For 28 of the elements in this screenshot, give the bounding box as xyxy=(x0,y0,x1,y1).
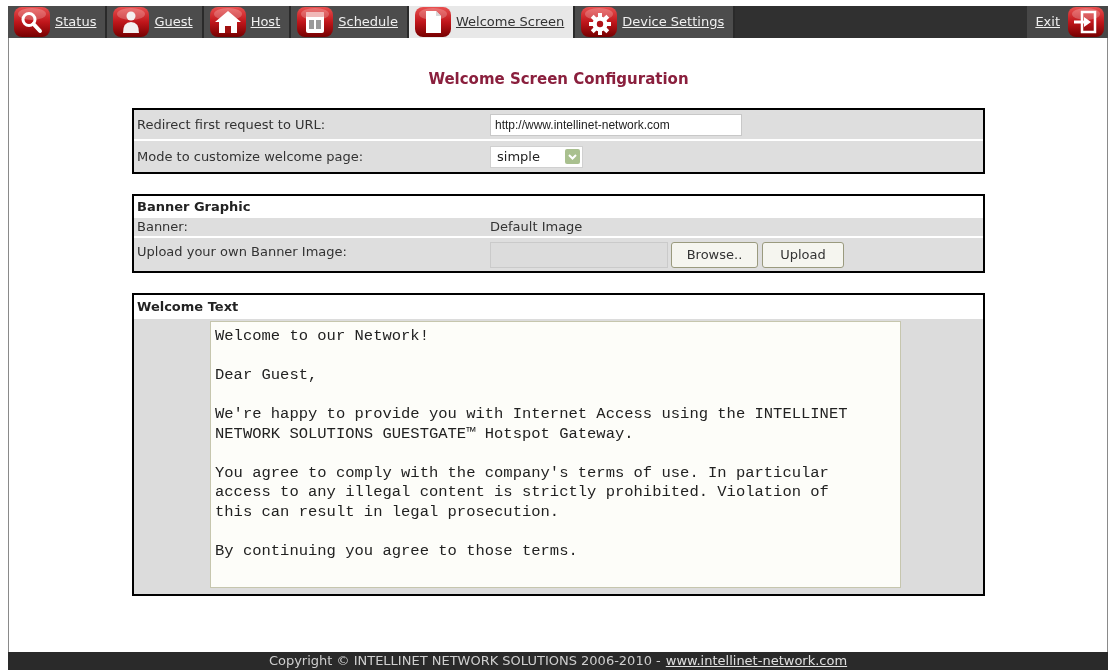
nav-tab[interactable]: Host xyxy=(203,6,292,38)
nav-tab[interactable]: Welcome Screen xyxy=(409,6,576,38)
house-icon xyxy=(209,7,246,37)
calendar-icon xyxy=(297,7,334,37)
nav-tab[interactable]: Status xyxy=(8,6,108,38)
page-title: Welcome Screen Configuration xyxy=(428,68,689,90)
field-label: Upload your own Banner Image: xyxy=(137,243,347,261)
upload-button[interactable]: Upload xyxy=(762,241,844,268)
nav-tab[interactable]: Device Settings xyxy=(575,6,736,38)
section-heading: Banner Graphic xyxy=(137,198,251,217)
nav-tab[interactable]: Schedule xyxy=(291,6,409,38)
person-icon xyxy=(113,7,150,37)
welcome-text-area[interactable]: Welcome to our Network! Dear Guest, We're happy to provide you with Internet Access using the INTELLINET NETWORK SOLUTIONS GUESTGATE™ Hotspot Gateway. You agree to comply with the company's terms of use. In particular access to any illegal content is strictly prohibited. Violation of this can result in legal prosecution. By continuing you agree to those terms. xyxy=(210,321,901,588)
document-icon xyxy=(415,7,451,37)
website-link[interactable]: www.intellinet-network.com xyxy=(665,651,848,670)
url-input-field[interactable]: http://www.intellinet-network.com xyxy=(490,113,742,136)
copyright-text: Copyright © INTELLINET NETWORK SOLUTIONS 2006-2010 - xyxy=(268,652,661,670)
nav-tab[interactable]: Guest xyxy=(107,6,204,38)
field-value: Default Image xyxy=(490,218,583,237)
field-label: Mode to customize welcome page: xyxy=(137,147,364,166)
section-heading: Welcome Text xyxy=(137,298,239,317)
field-label: Banner: xyxy=(137,218,188,237)
magnifier-icon xyxy=(14,7,50,37)
exit-button[interactable]: Exit xyxy=(1027,6,1108,38)
browse-button[interactable]: Browse.. xyxy=(671,241,758,268)
gear-icon xyxy=(581,7,618,37)
mode-select[interactable]: simple xyxy=(490,145,583,168)
field-label: Redirect first request to URL: xyxy=(137,115,326,134)
